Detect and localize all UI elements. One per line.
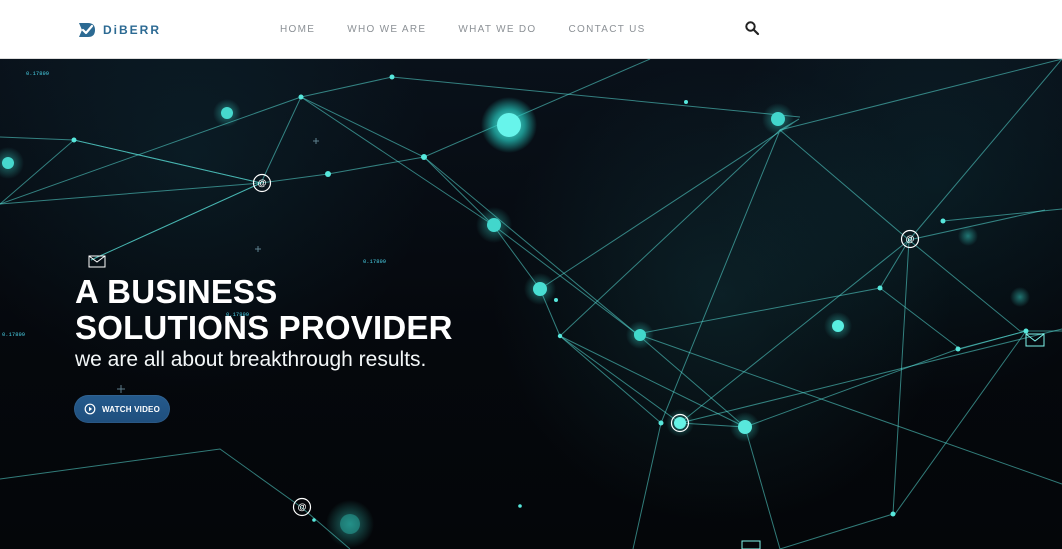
hero-copy: A BUSINESS SOLUTIONS PROVIDER we are all… — [75, 274, 595, 373]
nav-home[interactable]: HOME — [280, 25, 315, 35]
main-navigation: HOME WHO WE ARE WHAT WE DO CONTACT US — [280, 25, 646, 35]
network-label-2: 0.17899 — [363, 258, 386, 265]
network-label-1: 0.17899 — [26, 70, 49, 77]
nav-who-we-are[interactable]: WHO WE ARE — [347, 25, 426, 35]
network-label-4: 0.17899 — [2, 331, 25, 338]
svg-text:@: @ — [906, 234, 915, 244]
brand-logo[interactable]: DiBERR — [77, 19, 161, 41]
checkmark-logo-icon — [77, 20, 97, 40]
hero-subtitle: we are all about breakthrough results. — [75, 348, 427, 371]
hero-title-line-1: A BUSINESS — [75, 273, 278, 310]
nav-contact-us[interactable]: CONTACT US — [569, 25, 646, 35]
watch-video-label: WATCH VIDEO — [101, 404, 161, 414]
svg-text:@: @ — [258, 178, 267, 188]
nav-what-we-do[interactable]: WHAT WE DO — [458, 25, 536, 35]
brand-name: DiBERR — [103, 23, 162, 37]
site-header: DiBERR HOME WHO WE ARE WHAT WE DO CONTAC… — [0, 0, 1062, 59]
search-icon[interactable] — [744, 20, 760, 36]
watch-video-button[interactable]: WATCH VIDEO — [74, 395, 170, 423]
hero-title-line-2: SOLUTIONS PROVIDER — [75, 309, 453, 346]
play-circle-icon — [84, 403, 96, 415]
svg-text:@: @ — [298, 502, 307, 512]
landing-page: DiBERR HOME WHO WE ARE WHAT WE DO CONTAC… — [0, 0, 1062, 549]
